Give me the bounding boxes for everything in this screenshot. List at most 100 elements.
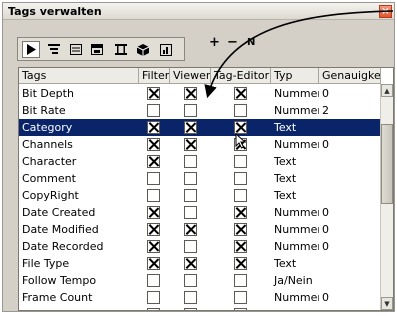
- list-lines-icon[interactable]: [45, 41, 63, 58]
- filter-checkbox[interactable]: [147, 206, 160, 219]
- table-row[interactable]: Date Recorded Nummer 0: [19, 238, 381, 255]
- filter-checkbox[interactable]: [147, 104, 160, 117]
- close-button[interactable]: ×: [379, 5, 392, 18]
- filter-checkbox[interactable]: [147, 291, 160, 304]
- typ-cell: Text: [274, 189, 297, 202]
- table-row[interactable]: Frame Rate Nummer2: [19, 306, 381, 310]
- genauigkeit-cell: [319, 170, 379, 187]
- typ-cell: Text: [274, 121, 297, 134]
- n-button[interactable]: N: [247, 37, 255, 51]
- tag-name-cell: Date Recorded: [22, 240, 104, 253]
- viewer-checkbox[interactable]: [184, 87, 197, 100]
- viewer-checkbox[interactable]: [184, 206, 197, 219]
- genauigkeit-cell: [319, 187, 379, 204]
- column-header-tags[interactable]: Tags: [19, 68, 139, 84]
- editor-checkbox[interactable]: [234, 274, 247, 287]
- column-header-tag-editor[interactable]: Tag-Editor: [211, 68, 271, 84]
- remove-button[interactable]: −: [227, 36, 238, 51]
- table-row[interactable]: Frame Count Nummer 0: [19, 289, 381, 306]
- scroll-down-button[interactable]: ▼: [381, 297, 393, 310]
- table-row[interactable]: Follow Tempo Ja/Nein: [19, 272, 381, 289]
- viewer-checkbox[interactable]: [184, 155, 197, 168]
- column-header-filter[interactable]: Filter: [139, 68, 170, 84]
- genauigkeit-cell: 0: [322, 240, 329, 253]
- image-icon[interactable]: [157, 41, 175, 58]
- editor-checkbox[interactable]: [234, 172, 247, 185]
- viewer-checkbox[interactable]: [184, 138, 197, 151]
- viewer-checkbox[interactable]: [184, 274, 197, 287]
- viewer-checkbox[interactable]: [184, 291, 197, 304]
- filter-checkbox[interactable]: [147, 87, 160, 100]
- tag-name-cell: Date Modified: [22, 223, 99, 236]
- editor-checkbox[interactable]: [234, 206, 247, 219]
- tag-name-cell: Category: [22, 121, 73, 134]
- table-row[interactable]: Comment Text: [19, 170, 381, 187]
- viewer-checkbox[interactable]: [184, 104, 197, 117]
- cube-icon[interactable]: [134, 41, 152, 58]
- columns-icon[interactable]: [112, 41, 130, 58]
- window-title: Tags verwalten: [8, 5, 102, 18]
- filter-checkbox[interactable]: [147, 138, 160, 151]
- tag-name-cell: Follow Tempo: [22, 274, 97, 287]
- editor-checkbox[interactable]: [234, 104, 247, 117]
- filter-checkbox[interactable]: [147, 155, 160, 168]
- table-row[interactable]: Channels Nummer 0: [19, 136, 381, 153]
- editor-checkbox[interactable]: [234, 291, 247, 304]
- filter-checkbox[interactable]: [147, 274, 160, 287]
- editor-checkbox[interactable]: [234, 240, 247, 253]
- scroll-thumb[interactable]: [381, 124, 393, 204]
- filter-checkbox[interactable]: [147, 121, 160, 134]
- filter-checkbox[interactable]: [147, 223, 160, 236]
- editor-checkbox[interactable]: [234, 155, 247, 168]
- viewer-checkbox[interactable]: [184, 257, 197, 270]
- scroll-up-button[interactable]: ▲: [381, 84, 393, 97]
- table-row[interactable]: Character Text: [19, 153, 381, 170]
- cursor-pointer-icon: [235, 133, 247, 149]
- typ-cell: Ja/Nein: [274, 274, 313, 287]
- viewer-checkbox[interactable]: [184, 121, 197, 134]
- table-row[interactable]: File Type Text: [19, 255, 381, 272]
- filter-checkbox[interactable]: [147, 257, 160, 270]
- editor-checkbox[interactable]: [234, 308, 247, 310]
- tag-name-cell: Date Created: [22, 206, 96, 219]
- table-row[interactable]: Bit Rate Nummer 2: [19, 102, 381, 119]
- viewer-checkbox[interactable]: [184, 189, 197, 202]
- vertical-scrollbar[interactable]: ▲ ▼: [380, 84, 393, 310]
- editor-checkbox[interactable]: [234, 189, 247, 202]
- tags-table: Tags Filter Viewer Tag-Editor Typ Genaui…: [18, 67, 394, 311]
- editor-checkbox[interactable]: [234, 87, 247, 100]
- typ-cell: Nummer: [271, 306, 319, 310]
- tag-name-cell: Bit Depth: [22, 87, 74, 100]
- title-bar[interactable]: Tags verwalten ×: [3, 3, 394, 20]
- genauigkeit-cell: 2: [319, 306, 379, 310]
- filter-checkbox[interactable]: [147, 308, 160, 310]
- viewer-checkbox[interactable]: [184, 240, 197, 253]
- viewer-checkbox[interactable]: [184, 223, 197, 236]
- filter-checkbox[interactable]: [147, 240, 160, 253]
- editor-checkbox[interactable]: [234, 223, 247, 236]
- filter-checkbox[interactable]: [147, 172, 160, 185]
- table-row[interactable]: Date Created Nummer 0: [19, 204, 381, 221]
- genauigkeit-cell: [319, 153, 379, 170]
- column-header-genauigkeit[interactable]: Genauigkeit: [319, 68, 381, 84]
- editor-checkbox[interactable]: [234, 257, 247, 270]
- table-row[interactable]: Category Text: [19, 119, 381, 136]
- tag-name-cell: Character: [22, 155, 77, 168]
- list-box-icon[interactable]: [67, 41, 85, 58]
- column-header-typ[interactable]: Typ: [271, 68, 319, 84]
- table-row[interactable]: Bit Depth Nummer 0: [19, 85, 381, 102]
- play-icon[interactable]: [22, 41, 40, 58]
- window-icon[interactable]: [88, 41, 106, 58]
- typ-cell: Nummer: [274, 240, 319, 253]
- column-header-viewer[interactable]: Viewer: [170, 68, 211, 84]
- table-row[interactable]: CopyRight Text: [19, 187, 381, 204]
- table-header: Tags Filter Viewer Tag-Editor Typ Genaui…: [19, 68, 381, 84]
- add-button[interactable]: +: [209, 36, 220, 51]
- viewer-checkbox[interactable]: [184, 172, 197, 185]
- typ-cell: Text: [274, 257, 297, 270]
- filter-checkbox[interactable]: [147, 189, 160, 202]
- viewer-checkbox[interactable]: [184, 308, 197, 310]
- genauigkeit-cell: 0: [322, 138, 329, 151]
- table-row[interactable]: Date Modified Nummer 0: [19, 221, 381, 238]
- typ-cell: Text: [274, 172, 297, 185]
